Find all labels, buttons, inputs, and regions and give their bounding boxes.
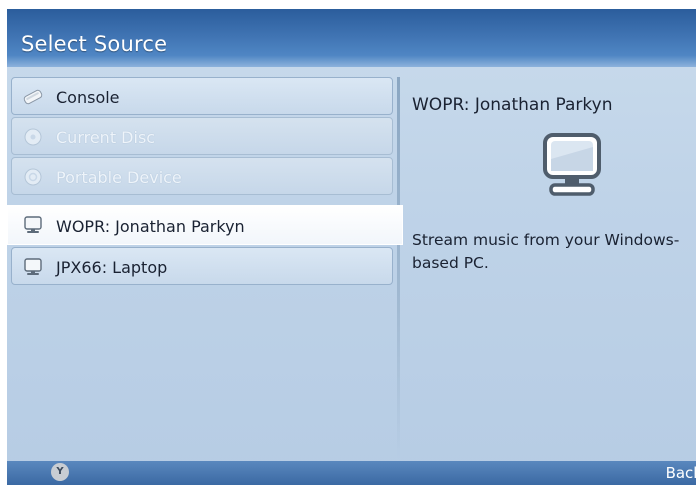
portable-device-icon (22, 167, 44, 187)
source-list: Console Current Disc Portable Device WOP… (7, 77, 403, 457)
source-item-label: WOPR: Jonathan Parkyn (56, 217, 245, 236)
back-button[interactable]: Back (666, 464, 696, 482)
select-source-screen: Select Source Console Current Disc Porta… (7, 9, 696, 485)
pc-monitor-icon (22, 215, 44, 235)
y-button-icon[interactable]: Y (51, 463, 69, 481)
page-title: Select Source (21, 32, 168, 56)
source-item-wopr[interactable]: WOPR: Jonathan Parkyn (7, 205, 403, 245)
source-item-label: JPX66: Laptop (56, 258, 168, 277)
source-item-label: Portable Device (56, 168, 182, 187)
disc-icon (22, 127, 44, 147)
source-item-label: Current Disc (56, 128, 156, 147)
source-details-panel: WOPR: Jonathan Parkyn Stream music from … (400, 77, 696, 457)
pc-monitor-icon (535, 129, 609, 203)
source-item-current-disc: Current Disc (11, 117, 393, 155)
source-item-jpx66-laptop[interactable]: JPX66: Laptop (11, 247, 393, 285)
pc-monitor-icon (22, 257, 44, 277)
app-frame: Select Source Console Current Disc Porta… (0, 0, 696, 485)
footer-bar: Y Back (7, 461, 696, 485)
header-bar: Select Source (7, 9, 696, 67)
details-description: Stream music from your Windows-based PC. (412, 231, 680, 272)
source-item-label: Console (56, 88, 120, 107)
source-item-console[interactable]: Console (11, 77, 393, 115)
source-item-portable-device: Portable Device (11, 157, 393, 195)
details-title: WOPR: Jonathan Parkyn (412, 95, 613, 115)
console-icon (22, 87, 44, 107)
